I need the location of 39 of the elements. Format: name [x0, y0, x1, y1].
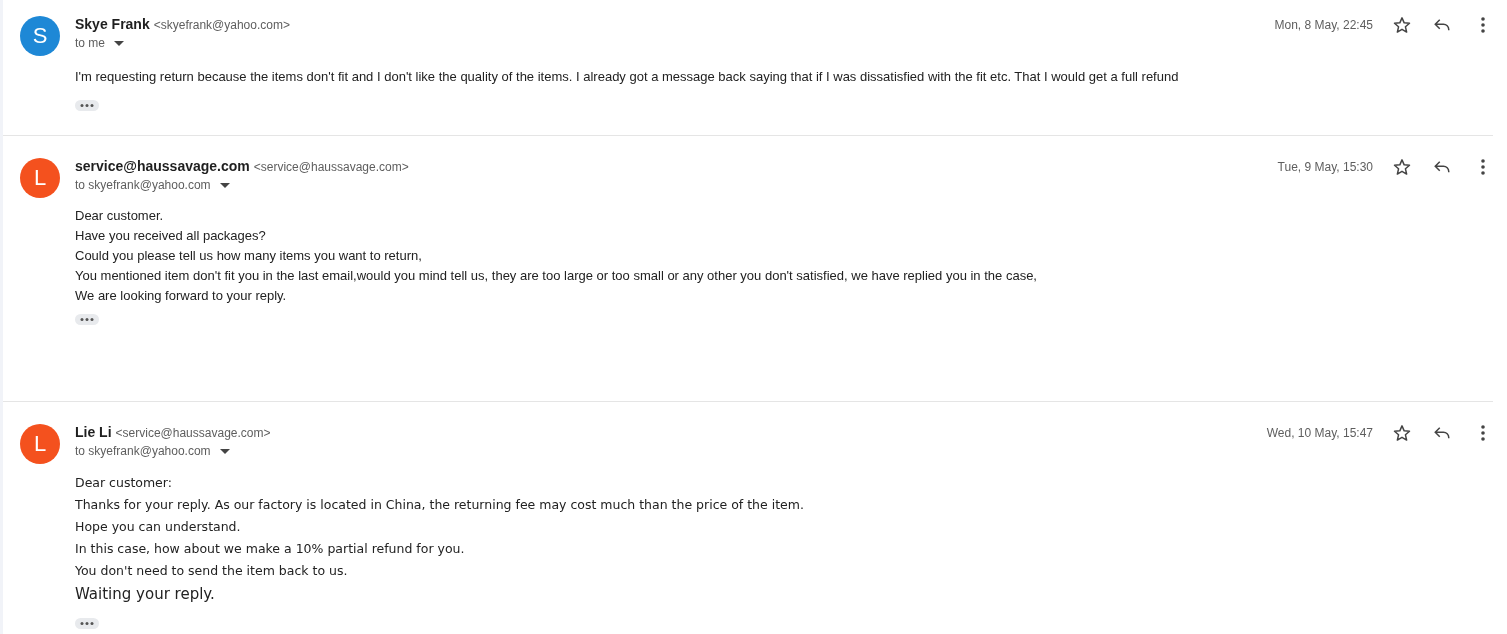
show-trimmed-content-button[interactable] — [75, 100, 99, 111]
message-date: Wed, 10 May, 15:47 — [1266, 426, 1373, 440]
message-line: You don't need to send the item back to us. — [75, 562, 349, 580]
show-trimmed-content-button[interactable] — [75, 314, 99, 325]
recipient-text: to skyefrank@yahoo.com — [75, 178, 211, 192]
message-date: Mon, 8 May, 22:45 — [1274, 18, 1373, 32]
caret-icon[interactable] — [219, 448, 230, 454]
message-line: I'm requesting return because the items don't fit and I don't like the quality of the items. I already got a message back saying that if I was dissatisfied with the fit etc. That I would get a full refund — [75, 68, 1180, 86]
more-options-icon[interactable] — [1481, 425, 1485, 441]
message-line: Dear customer. — [75, 207, 165, 225]
caret-icon[interactable] — [114, 40, 124, 46]
more-options-icon[interactable] — [1481, 159, 1485, 175]
avatar: S — [20, 16, 60, 56]
avatar: L — [20, 158, 60, 198]
sender-address: <skyefrank@yahoo.com> — [153, 18, 290, 32]
sender-name: Lie Li — [75, 424, 112, 440]
message-line: Hope you can understand. — [75, 518, 242, 536]
message-line: Dear customer: — [75, 474, 173, 492]
caret-icon[interactable] — [219, 182, 230, 188]
message-line: You mentioned item don't fit you in the last email,would you mind tell us, they are too large or too small or any other you don't satisfied, we have replied you in the case, — [75, 267, 1038, 285]
star-icon[interactable] — [1393, 16, 1411, 34]
message-line: Could you please tell us how many items you want to return, — [75, 247, 423, 265]
sender-name: Skye Frank — [75, 16, 150, 32]
more-options-icon[interactable] — [1481, 17, 1485, 33]
message-line: We are looking forward to your reply. — [75, 287, 288, 305]
sender-name: service@haussavage.com — [75, 158, 250, 174]
sender-address: <service@haussavage.com> — [253, 160, 409, 174]
message-date: Tue, 9 May, 15:30 — [1277, 160, 1373, 174]
recipient-text: to skyefrank@yahoo.com — [75, 444, 211, 458]
recipient-text: to me — [75, 36, 105, 50]
show-trimmed-content-button[interactable] — [75, 618, 99, 629]
message-line: In this case, how about we make a 10% partial refund for you. — [75, 540, 466, 558]
avatar: L — [20, 424, 60, 464]
star-icon[interactable] — [1393, 424, 1411, 442]
message-line: Thanks for your reply. As our factory is located in China, the returning fee may cost much than the price of the item. — [75, 496, 805, 514]
message-line: Waiting your reply. — [75, 584, 216, 605]
star-icon[interactable] — [1393, 158, 1411, 176]
sender-address: <service@haussavage.com> — [115, 426, 271, 440]
message-line: Have you received all packages? — [75, 227, 267, 245]
